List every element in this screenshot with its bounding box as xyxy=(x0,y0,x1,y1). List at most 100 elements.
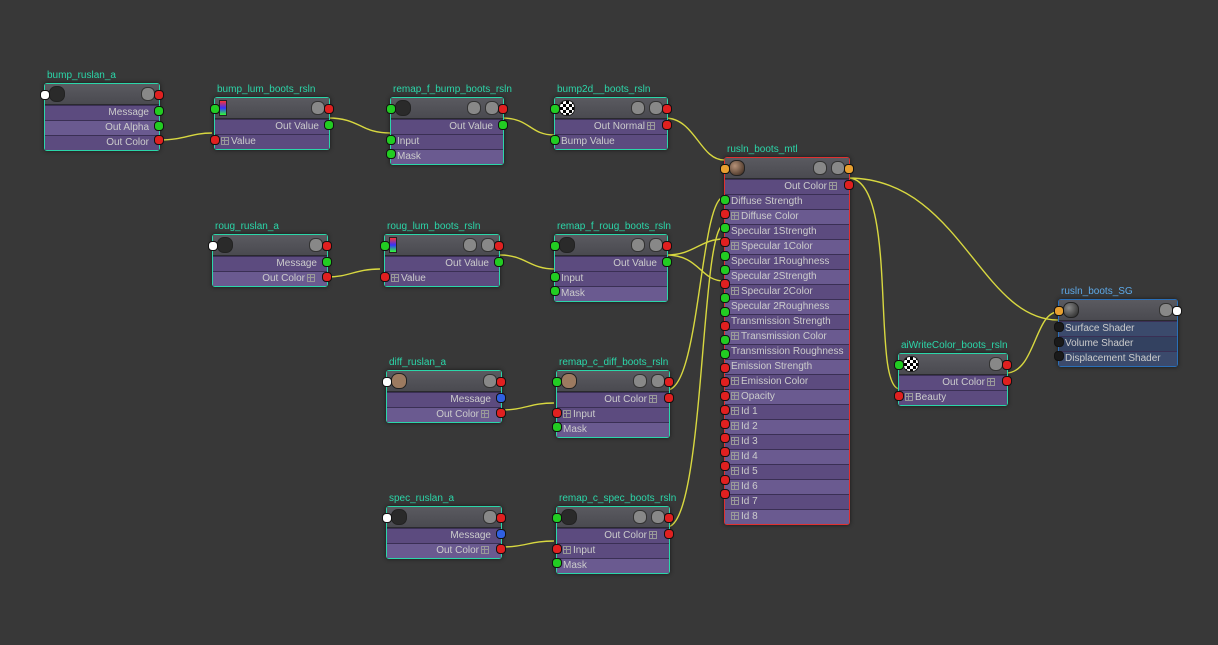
node-header[interactable] xyxy=(45,84,159,105)
node-aiwritecolor[interactable]: aiWriteColor_boots_rsln Out Color Beauty xyxy=(898,353,1008,406)
node-remap-c-spec[interactable]: remap_c_spec_boots_rsln Out Color Input … xyxy=(556,506,670,574)
attr-row-out[interactable]: Out Color xyxy=(557,392,669,407)
input-port[interactable] xyxy=(208,241,218,251)
menu-icon[interactable] xyxy=(309,238,323,252)
input-port[interactable] xyxy=(210,135,220,145)
node-spec-ruslan-a[interactable]: spec_ruslan_a Message Out Color xyxy=(386,506,502,559)
output-port[interactable] xyxy=(496,377,506,387)
output-port[interactable] xyxy=(1172,306,1182,316)
node-master-material[interactable]: rusln_boots_mtl Out Color Diffuse Streng… xyxy=(724,157,850,525)
attr-row[interactable]: Emission Color xyxy=(725,374,849,389)
attr-row-out[interactable]: Out Value xyxy=(555,256,667,271)
node-bump2d-boots[interactable]: bump2d__boots_rsln Out Normal Bump Value xyxy=(554,97,668,150)
attr-row[interactable]: Transmission Strength xyxy=(725,314,849,329)
node-roug-lum-boots[interactable]: roug_lum_boots_rsln Out Value Value xyxy=(384,234,500,287)
node-header[interactable] xyxy=(385,235,499,256)
attr-row[interactable]: Out Color xyxy=(45,135,159,150)
menu-icon[interactable] xyxy=(651,374,665,388)
input-port[interactable] xyxy=(210,104,220,114)
node-shading-group[interactable]: rusln_boots_SG Surface Shader Volume Sha… xyxy=(1058,299,1178,367)
input-port[interactable] xyxy=(720,223,730,233)
attr-row[interactable]: Value xyxy=(385,271,499,286)
menu-icon[interactable] xyxy=(649,238,663,252)
input-port[interactable] xyxy=(552,422,562,432)
s-icon[interactable] xyxy=(467,101,481,115)
s-icon[interactable] xyxy=(631,101,645,115)
input-port[interactable] xyxy=(386,149,396,159)
node-header[interactable] xyxy=(215,98,329,119)
attr-row[interactable]: Message xyxy=(387,528,501,543)
attr-row[interactable]: Bump Value xyxy=(555,134,667,149)
input-port[interactable] xyxy=(1054,306,1064,316)
menu-icon[interactable] xyxy=(651,510,665,524)
input-port[interactable] xyxy=(720,363,730,373)
input-port[interactable] xyxy=(720,433,730,443)
input-port[interactable] xyxy=(720,447,730,457)
input-port[interactable] xyxy=(550,241,560,251)
output-port[interactable] xyxy=(844,180,854,190)
attr-row[interactable]: Value xyxy=(215,134,329,149)
input-port[interactable] xyxy=(550,104,560,114)
input-port[interactable] xyxy=(1054,337,1064,347)
input-port[interactable] xyxy=(894,391,904,401)
output-port[interactable] xyxy=(154,90,164,100)
input-port[interactable] xyxy=(1054,351,1064,361)
output-port[interactable] xyxy=(154,106,164,116)
attr-row[interactable]: Input xyxy=(391,134,503,149)
output-port[interactable] xyxy=(154,121,164,131)
input-port[interactable] xyxy=(720,293,730,303)
menu-icon[interactable] xyxy=(141,87,155,101)
output-port[interactable] xyxy=(496,408,506,418)
node-header[interactable] xyxy=(391,98,503,119)
attr-row[interactable]: Mask xyxy=(557,422,669,437)
attr-row[interactable]: Id 7 xyxy=(725,494,849,509)
input-port[interactable] xyxy=(720,164,730,174)
output-port[interactable] xyxy=(664,513,674,523)
node-roug-ruslan-a[interactable]: roug_ruslan_a Message Out Color xyxy=(212,234,328,287)
input-port[interactable] xyxy=(720,237,730,247)
input-port[interactable] xyxy=(720,321,730,331)
input-port[interactable] xyxy=(382,513,392,523)
output-port[interactable] xyxy=(1002,376,1012,386)
input-port[interactable] xyxy=(552,408,562,418)
menu-icon[interactable] xyxy=(485,101,499,115)
output-port[interactable] xyxy=(324,120,334,130)
attr-row[interactable]: Message xyxy=(387,392,501,407)
input-port[interactable] xyxy=(552,558,562,568)
attr-row[interactable]: Diffuse Color xyxy=(725,209,849,224)
attr-row[interactable]: Transmission Color xyxy=(725,329,849,344)
attr-row[interactable]: Id 6 xyxy=(725,479,849,494)
attr-row-out[interactable]: Out Normal xyxy=(555,119,667,134)
s-icon[interactable] xyxy=(631,238,645,252)
attr-row-out[interactable]: Out Value xyxy=(215,119,329,134)
output-port[interactable] xyxy=(496,513,506,523)
attr-row[interactable]: Specular 2Roughness xyxy=(725,299,849,314)
input-port[interactable] xyxy=(550,135,560,145)
node-remap-f-roug[interactable]: remap_f_roug_boots_rsln Out Value Input … xyxy=(554,234,668,302)
node-graph-canvas[interactable]: { "nodes": { "bump_ruslan": { "title": "… xyxy=(0,0,1218,645)
output-port[interactable] xyxy=(662,257,672,267)
attr-row[interactable]: Id 1 xyxy=(725,404,849,419)
output-port[interactable] xyxy=(322,241,332,251)
attr-row[interactable]: Id 2 xyxy=(725,419,849,434)
input-port[interactable] xyxy=(720,489,730,499)
attr-row[interactable]: Input xyxy=(557,407,669,422)
output-port[interactable] xyxy=(662,120,672,130)
output-port[interactable] xyxy=(844,164,854,174)
attr-row[interactable]: Displacement Shader xyxy=(1059,351,1177,366)
menu-icon[interactable] xyxy=(483,374,497,388)
attr-row[interactable]: Specular 1Color xyxy=(725,239,849,254)
menu-icon[interactable] xyxy=(649,101,663,115)
input-port[interactable] xyxy=(720,279,730,289)
node-header[interactable] xyxy=(387,507,501,528)
attr-row[interactable]: Out Color xyxy=(387,407,501,422)
output-port[interactable] xyxy=(662,241,672,251)
menu-icon[interactable] xyxy=(989,357,1003,371)
attr-row-out[interactable]: Out Color xyxy=(899,375,1007,390)
node-header[interactable] xyxy=(213,235,327,256)
output-port[interactable] xyxy=(154,135,164,145)
output-port[interactable] xyxy=(494,257,504,267)
node-header[interactable] xyxy=(899,354,1007,375)
attr-row[interactable]: Out Alpha xyxy=(45,120,159,135)
input-port[interactable] xyxy=(720,461,730,471)
